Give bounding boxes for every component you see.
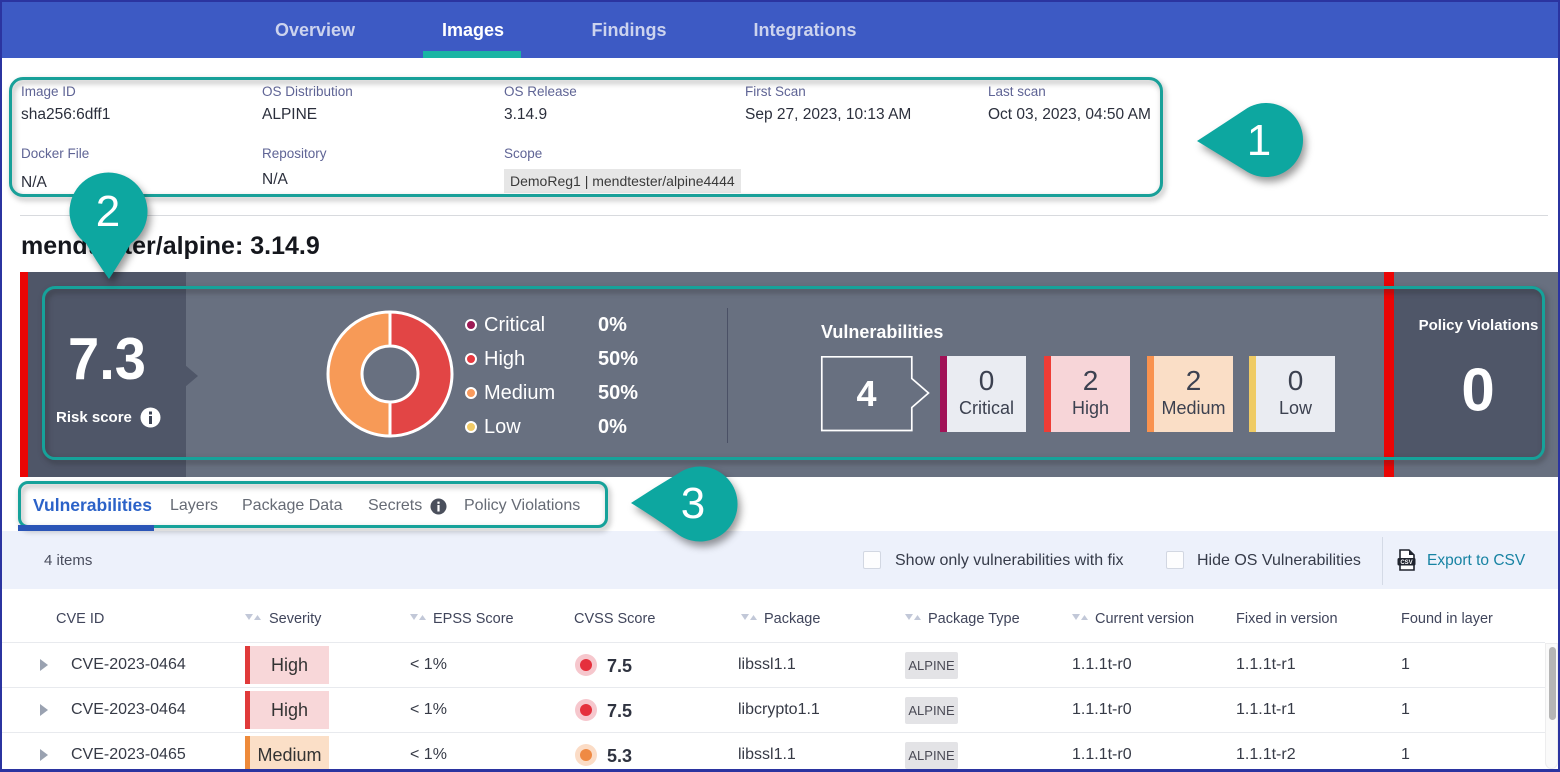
svg-text:CSV: CSV	[1400, 560, 1412, 566]
